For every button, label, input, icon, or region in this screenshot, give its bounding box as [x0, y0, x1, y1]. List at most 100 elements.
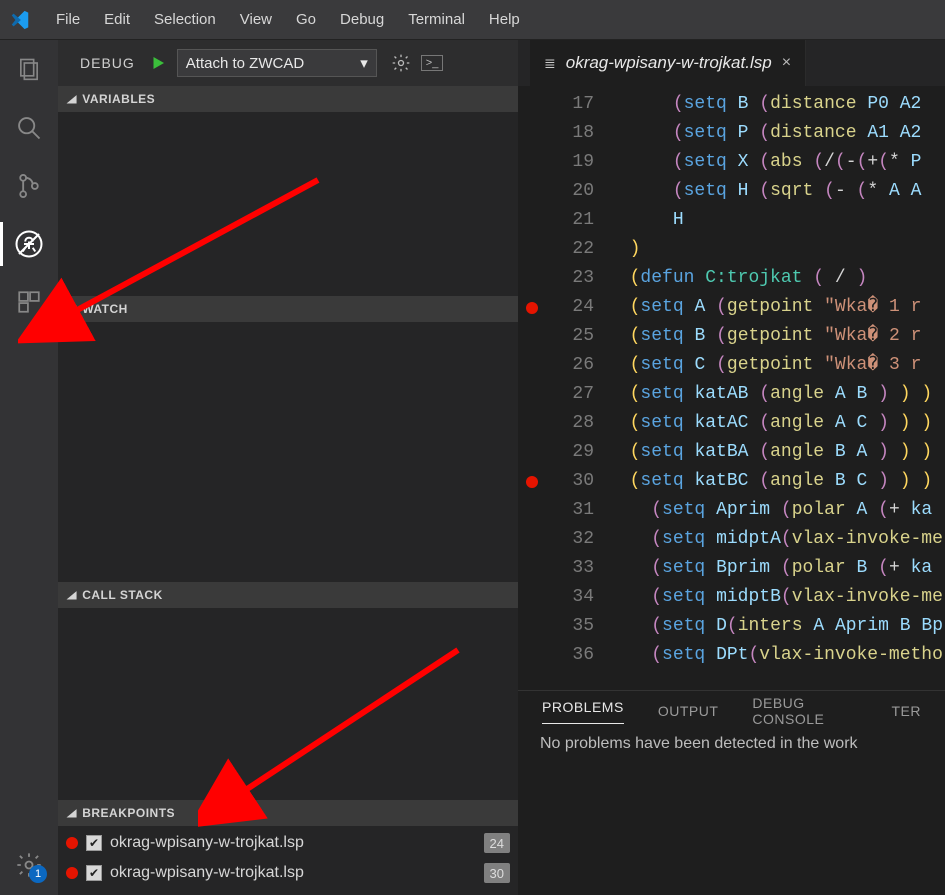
code-line[interactable]: ): [608, 235, 943, 264]
extensions-icon[interactable]: [9, 282, 49, 322]
menu-item-terminal[interactable]: Terminal: [396, 7, 477, 32]
breakpoint-checkbox[interactable]: ✔: [86, 865, 102, 881]
code-line[interactable]: (setq P (distance A1 A2: [608, 119, 943, 148]
line-number[interactable]: 21: [518, 206, 594, 235]
close-tab-icon[interactable]: ×: [782, 54, 791, 72]
line-number[interactable]: 23: [518, 264, 594, 293]
editor-tab-bar: ≣ okrag-wpisany-w-trojkat.lsp ×: [518, 40, 945, 86]
line-number[interactable]: 20: [518, 177, 594, 206]
callstack-label: CALL STACK: [82, 588, 163, 602]
vscode-logo-icon: [6, 6, 34, 34]
code-line[interactable]: (setq A (getpoint "Wka� 1 r: [608, 293, 943, 322]
start-debug-button[interactable]: [149, 54, 167, 72]
line-number[interactable]: 28: [518, 409, 594, 438]
line-number[interactable]: 31: [518, 496, 594, 525]
panel-tab-output[interactable]: OUTPUT: [658, 703, 719, 719]
debug-icon[interactable]: [9, 224, 49, 264]
code-line[interactable]: (setq katBA (angle B A ) ) ): [608, 438, 943, 467]
line-number[interactable]: 30: [518, 467, 594, 496]
menu-item-help[interactable]: Help: [477, 7, 532, 32]
watch-body: [58, 322, 518, 582]
panel-tab-ter[interactable]: TER: [892, 703, 922, 719]
line-number[interactable]: 36: [518, 641, 594, 670]
breakpoints-label: BREAKPOINTS: [82, 806, 175, 820]
menu-item-edit[interactable]: Edit: [92, 7, 142, 32]
line-number[interactable]: 32: [518, 525, 594, 554]
code-editor[interactable]: 1718192021222324252627282930313233343536…: [518, 86, 945, 690]
breakpoint-glyph-icon[interactable]: [526, 302, 538, 314]
line-number[interactable]: 19: [518, 148, 594, 177]
code-line[interactable]: (setq Aprim (polar A (+ ka: [608, 496, 943, 525]
line-number[interactable]: 35: [518, 612, 594, 641]
debug-settings-icon[interactable]: [391, 53, 411, 73]
code-line[interactable]: (setq C (getpoint "Wka� 3 r: [608, 351, 943, 380]
line-number[interactable]: 27: [518, 380, 594, 409]
activity-bar: 1: [0, 40, 58, 895]
menu-item-go[interactable]: Go: [284, 7, 328, 32]
chevron-down-icon: ▾: [360, 54, 368, 72]
line-number[interactable]: 17: [518, 90, 594, 119]
collapse-icon: ◢: [67, 94, 77, 105]
tab-filename: okrag-wpisany-w-trojkat.lsp: [566, 53, 772, 73]
variables-body: [58, 112, 518, 296]
debug-side-panel: DEBUG Attach to ZWCAD ▾ >_ ◢VARIABLES ◢ W…: [58, 40, 518, 895]
code-line[interactable]: (setq katAB (angle A B ) ) ): [608, 380, 943, 409]
search-icon[interactable]: [9, 108, 49, 148]
file-icon: ≣: [544, 55, 556, 72]
breakpoint-file: okrag-wpisany-w-trojkat.lsp: [110, 834, 484, 852]
watch-section-header[interactable]: ◢ WATCH: [58, 296, 518, 322]
debug-config-select[interactable]: Attach to ZWCAD ▾: [177, 49, 377, 77]
line-number[interactable]: 29: [518, 438, 594, 467]
code-line[interactable]: (setq DPt(vlax-invoke-metho: [608, 641, 943, 670]
debug-console-icon[interactable]: >_: [421, 55, 444, 71]
code-line[interactable]: (setq B (distance P0 A2: [608, 90, 943, 119]
breakpoint-checkbox[interactable]: ✔: [86, 835, 102, 851]
menu-item-selection[interactable]: Selection: [142, 7, 228, 32]
panel-tab-problems[interactable]: PROBLEMS: [542, 699, 624, 724]
collapse-icon: ◢: [67, 304, 77, 315]
line-number[interactable]: 22: [518, 235, 594, 264]
code-line[interactable]: (setq katBC (angle B C ) ) ): [608, 467, 943, 496]
code-line[interactable]: (setq X (abs (/(-(+(* P: [608, 148, 943, 177]
collapse-icon: ◢: [67, 808, 77, 819]
menu-item-debug[interactable]: Debug: [328, 7, 396, 32]
callstack-body: [58, 608, 518, 800]
breakpoint-dot-icon: [66, 867, 78, 879]
code-line[interactable]: (setq midptA(vlax-invoke-me: [608, 525, 943, 554]
code-line[interactable]: (setq midptB(vlax-invoke-me: [608, 583, 943, 612]
code-line[interactable]: (setq Bprim (polar B (+ ka: [608, 554, 943, 583]
line-number[interactable]: 24: [518, 293, 594, 322]
menu-item-file[interactable]: File: [44, 7, 92, 32]
line-number[interactable]: 18: [518, 119, 594, 148]
breakpoint-dot-icon: [66, 837, 78, 849]
code-line[interactable]: (setq B (getpoint "Wka� 2 r: [608, 322, 943, 351]
line-number[interactable]: 33: [518, 554, 594, 583]
collapse-icon: ◢: [67, 590, 77, 601]
menu-bar: FileEditSelectionViewGoDebugTerminalHelp: [0, 0, 945, 40]
code-line[interactable]: H: [608, 206, 943, 235]
code-line[interactable]: (setq D(inters A Aprim B Bp: [608, 612, 943, 641]
settings-gear-icon[interactable]: 1: [9, 845, 49, 885]
editor-tab[interactable]: ≣ okrag-wpisany-w-trojkat.lsp ×: [530, 40, 806, 86]
explorer-icon[interactable]: [9, 50, 49, 90]
menu-item-view[interactable]: View: [228, 7, 284, 32]
panel-tab-debug-console[interactable]: DEBUG CONSOLE: [752, 695, 857, 727]
breakpoint-row[interactable]: ✔okrag-wpisany-w-trojkat.lsp30: [58, 858, 518, 888]
watch-label: WATCH: [82, 302, 128, 316]
breakpoint-glyph-icon[interactable]: [526, 476, 538, 488]
source-control-icon[interactable]: [9, 166, 49, 206]
breakpoint-line: 24: [484, 833, 510, 853]
debug-header: DEBUG Attach to ZWCAD ▾ >_: [58, 40, 518, 86]
callstack-section-header[interactable]: ◢ CALL STACK: [58, 582, 518, 608]
variables-section-header[interactable]: ◢VARIABLES: [58, 86, 518, 112]
breakpoints-section-header[interactable]: ◢ BREAKPOINTS: [58, 800, 518, 826]
line-number[interactable]: 26: [518, 351, 594, 380]
line-number[interactable]: 34: [518, 583, 594, 612]
editor-area: ≣ okrag-wpisany-w-trojkat.lsp × 17181920…: [518, 40, 945, 895]
breakpoint-row[interactable]: ✔ okrag-wpisany-w-trojkat.lsp24: [58, 828, 518, 858]
code-line[interactable]: (setq H (sqrt (- (* A A: [608, 177, 943, 206]
debug-config-name: Attach to ZWCAD: [186, 55, 304, 72]
code-line[interactable]: (setq katAC (angle A C ) ) ): [608, 409, 943, 438]
code-line[interactable]: (defun C:trojkat ( / ): [608, 264, 943, 293]
line-number[interactable]: 25: [518, 322, 594, 351]
